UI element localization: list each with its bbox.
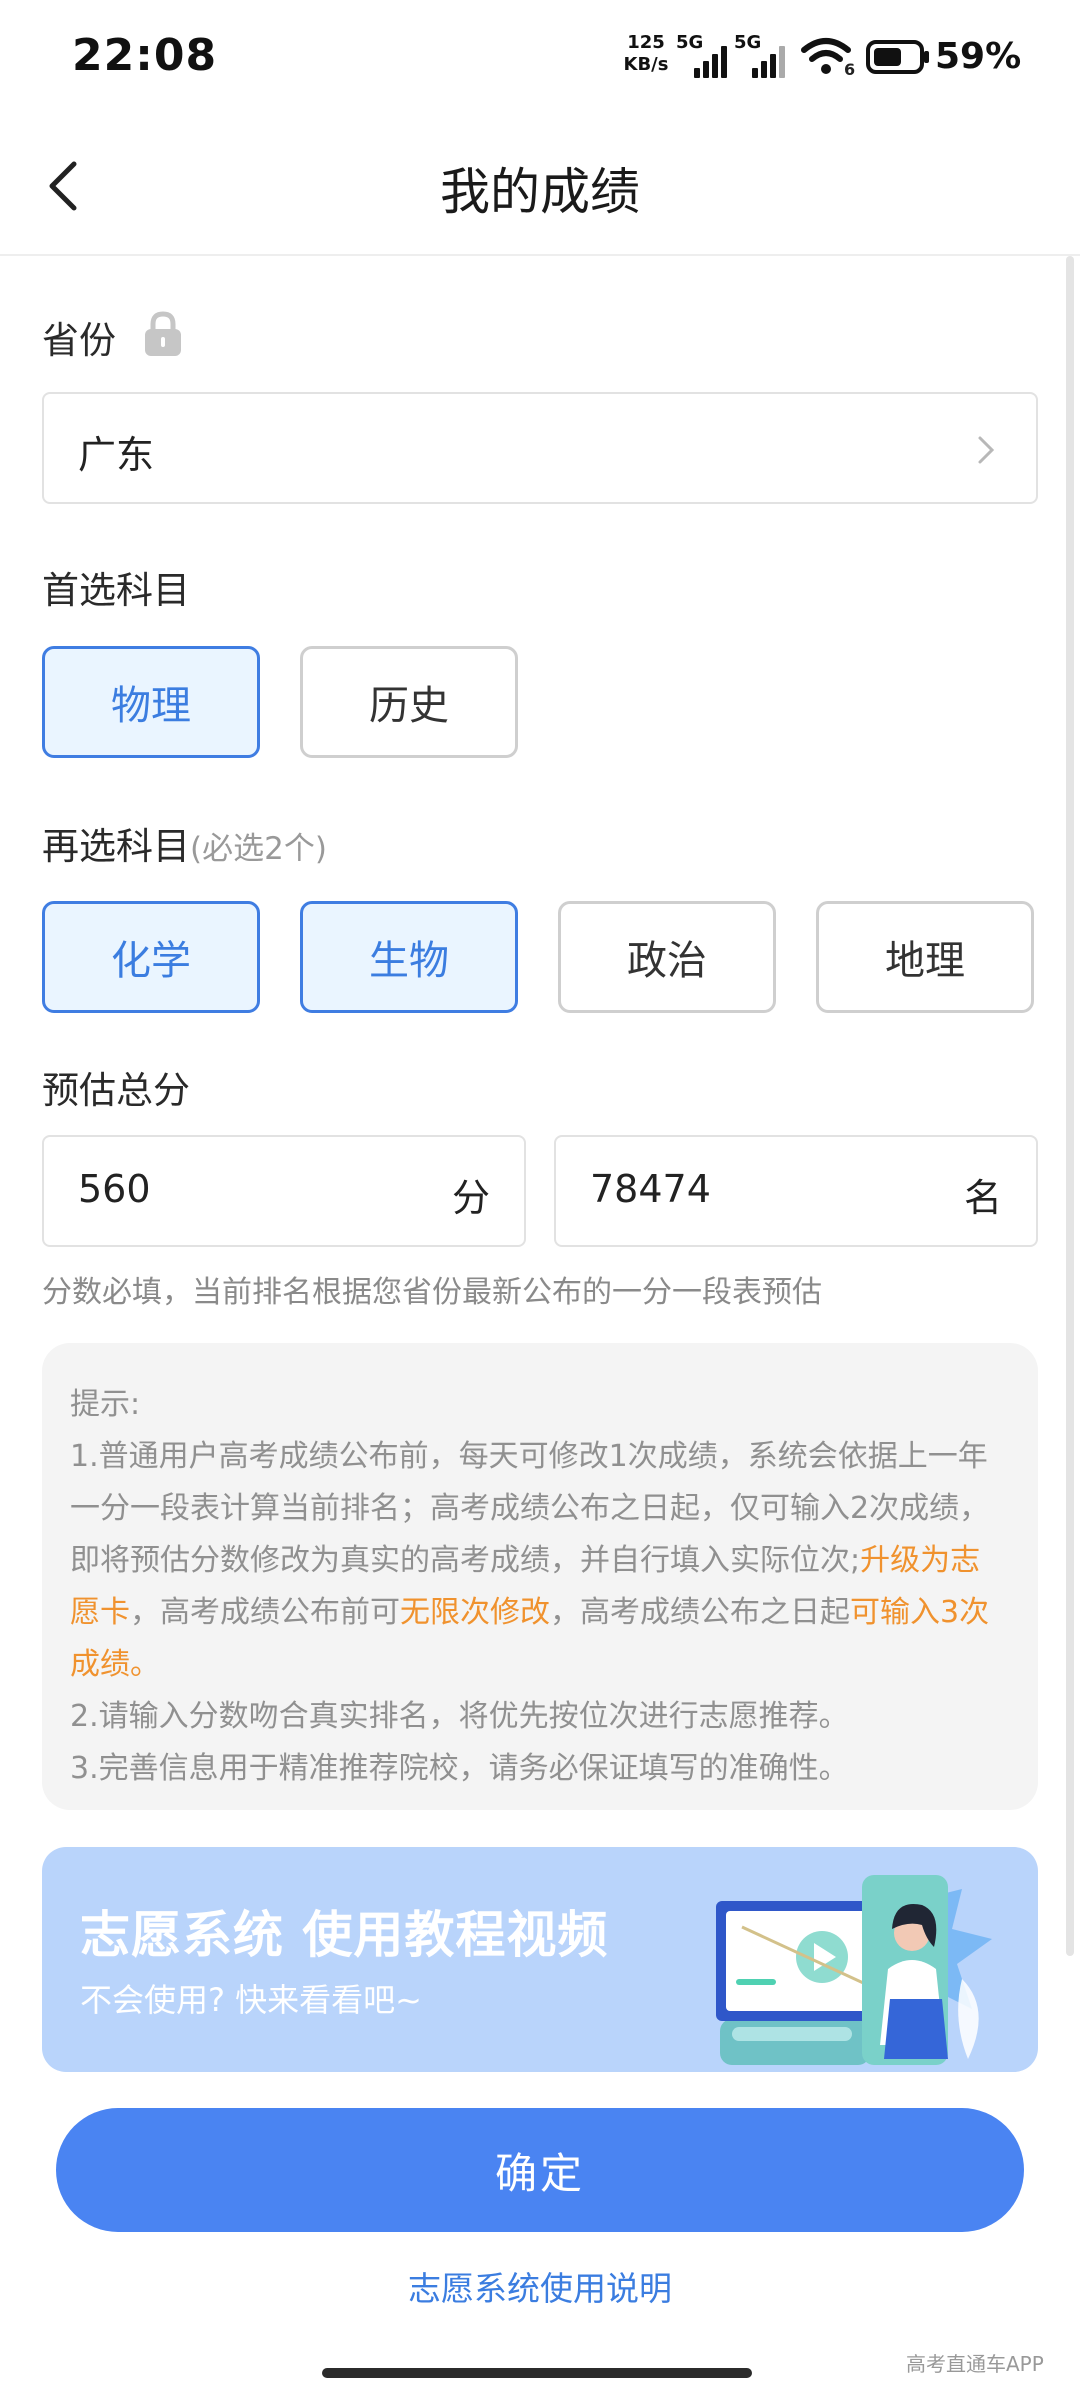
province-select[interactable]: 广东	[42, 392, 1038, 504]
rank-value: 78474	[590, 1167, 711, 1211]
tips-line-3: 3.完善信息用于精准推荐院校，请务必保证填写的准确性。	[70, 1751, 849, 1786]
signal-sim2-icon: 5G	[734, 32, 792, 80]
tutorial-video-banner[interactable]: 志愿系统 使用教程视频 不会使用? 快来看看吧~	[42, 1847, 1038, 2072]
scrollbar[interactable]	[1066, 256, 1074, 1956]
score-label: 预估总分	[42, 1069, 190, 1112]
nav-divider	[0, 254, 1080, 256]
video-tutorial-illustration	[716, 1875, 992, 2065]
tips-box: 提示: 1.普通用户高考成绩公布前，每天可修改1次成绩，系统会依据上一年一分一段…	[42, 1343, 1038, 1810]
signal-sim1-icon: 5G	[676, 32, 734, 80]
lock-icon	[142, 310, 184, 358]
score-value: 560	[78, 1167, 151, 1211]
secondary-subject-label: 再选科目(必选2个)	[42, 816, 327, 870]
wifi-icon: 6	[800, 36, 856, 80]
confirm-button[interactable]: 确定	[56, 2108, 1024, 2232]
chevron-right-icon	[978, 436, 995, 464]
tips-line-2: 2.请输入分数吻合真实排名，将优先按位次进行志愿推荐。	[70, 1699, 849, 1734]
banner-title: 志愿系统 使用教程视频	[80, 1906, 609, 1964]
network-speed-unit: KB/s	[623, 54, 669, 75]
page-title: 我的成绩	[440, 163, 640, 221]
banner-subtitle: 不会使用? 快来看看吧~	[80, 1981, 422, 2019]
province-label: 省份	[42, 319, 116, 362]
secondary-option-biology[interactable]: 生物	[300, 901, 518, 1013]
province-value: 广东	[78, 433, 155, 477]
status-time: 22:08	[72, 30, 218, 81]
secondary-option-chemistry[interactable]: 化学	[42, 901, 260, 1013]
network-speed: 125 KB/s	[618, 32, 674, 76]
home-indicator[interactable]	[322, 2368, 752, 2378]
secondary-subject-note: (必选2个)	[190, 831, 327, 867]
system-manual-link[interactable]: 志愿系统使用说明	[0, 2262, 1080, 2310]
tips-line-1: 1.普通用户高考成绩公布前，每天可修改1次成绩，系统会依据上一年一分一段表计算当…	[70, 1439, 990, 1682]
score-input[interactable]: 560 分	[42, 1135, 526, 1247]
primary-option-physics[interactable]: 物理	[42, 646, 260, 758]
primary-subject-label: 首选科目	[42, 569, 190, 612]
rank-input[interactable]: 78474 名	[554, 1135, 1038, 1247]
secondary-subject-title: 再选科目	[42, 825, 190, 868]
secondary-option-politics[interactable]: 政治	[558, 901, 776, 1013]
battery-percent: 59%	[935, 36, 1022, 77]
watermark: 高考直通车APP	[906, 2352, 1044, 2376]
score-unit: 分	[451, 1176, 490, 1220]
secondary-option-geography[interactable]: 地理	[816, 901, 1034, 1013]
wifi-tag: 6	[844, 60, 856, 79]
score-hint: 分数必填，当前排名根据您省份最新公布的一分一段表预估	[42, 1275, 822, 1310]
rank-unit: 名	[963, 1176, 1002, 1220]
network-speed-value: 125	[627, 32, 665, 53]
battery-icon	[866, 40, 930, 74]
tips-heading: 提示:	[70, 1387, 141, 1422]
primary-option-history[interactable]: 历史	[300, 646, 518, 758]
